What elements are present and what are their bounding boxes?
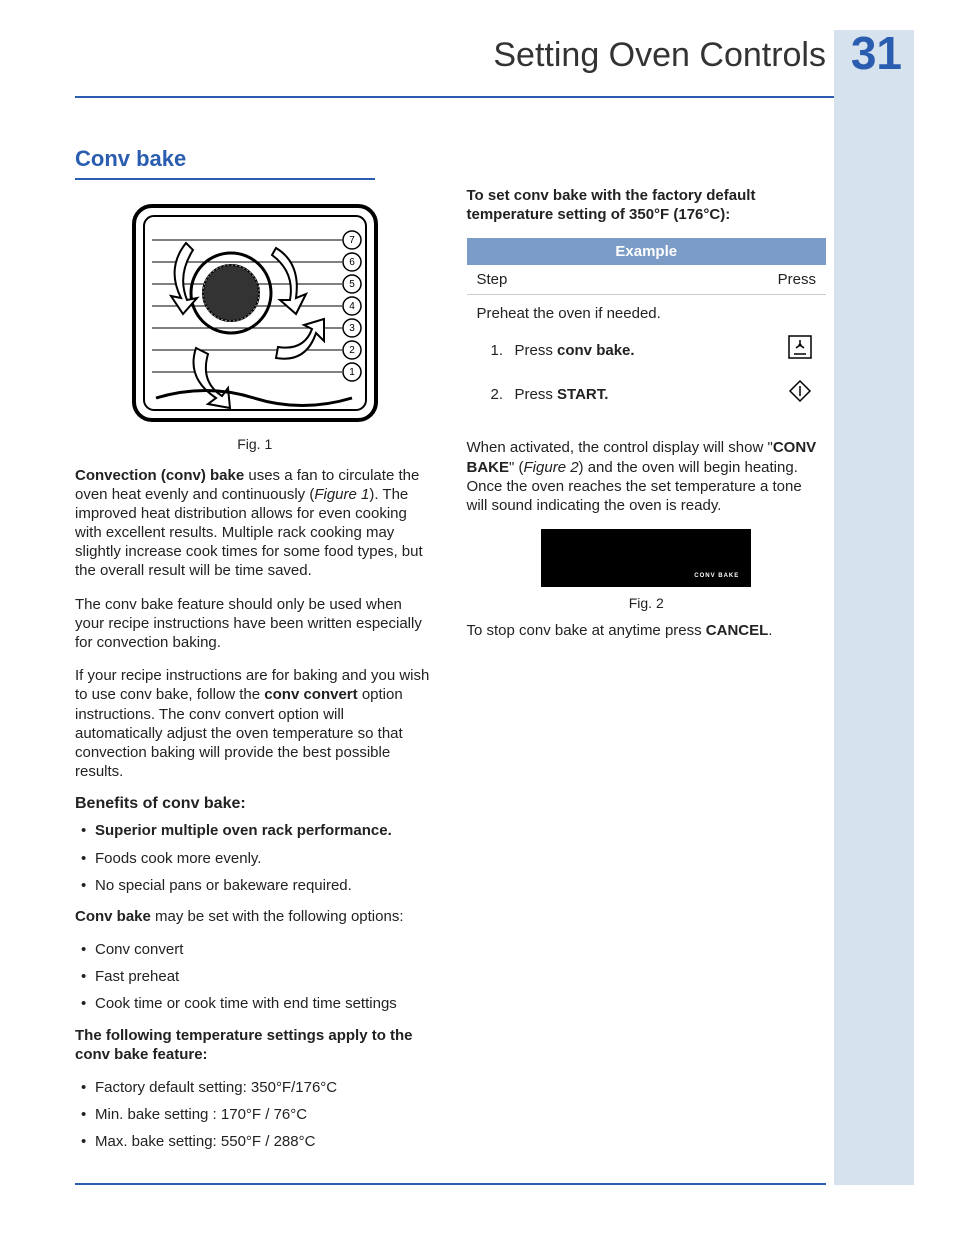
text: Figure 2 (524, 459, 579, 476)
display-text: CONV BAKE (694, 573, 739, 579)
svg-text:5: 5 (349, 279, 355, 290)
text: Conv bake (75, 908, 151, 925)
section-rule (75, 178, 375, 180)
list-item: Cook time or cook time with end time set… (75, 994, 435, 1013)
page: Setting Oven Controls 31 Conv bake (0, 0, 954, 1235)
table-row: 1.Press conv bake. (477, 334, 817, 366)
paragraph-intro: Convection (conv) bake uses a fan to cir… (75, 466, 435, 581)
page-header: Setting Oven Controls 31 (75, 28, 914, 98)
header-rule (75, 96, 834, 98)
step-number: 1. (477, 340, 515, 361)
options-intro: Conv bake may be set with the following … (75, 907, 435, 926)
step-text: Press START. (515, 384, 785, 405)
text: Convection (conv) bake (75, 467, 244, 484)
paragraph-convert: If your recipe instructions are for baki… (75, 666, 435, 781)
text: may be set with the following options: (151, 908, 404, 925)
figure-2-caption: Fig. 2 (467, 595, 827, 611)
list-item: Superior multiple oven rack performance. (75, 821, 435, 840)
svg-text:2: 2 (349, 345, 355, 356)
benefits-heading: Benefits of conv bake: (75, 795, 435, 813)
stop-paragraph: To stop conv bake at anytime press CANCE… (467, 621, 827, 640)
oven-diagram-icon: 7 6 5 4 3 2 1 (126, 198, 384, 432)
table-title: Example (467, 238, 827, 265)
col-step: Step (477, 271, 508, 288)
temp-heading: The following temperature settings apply… (75, 1026, 435, 1064)
header-title: Setting Oven Controls (493, 36, 826, 75)
text: . (768, 622, 772, 639)
table-header-row: Step Press (467, 265, 827, 295)
svg-text:1: 1 (349, 367, 355, 378)
text: CANCEL (706, 622, 769, 639)
right-column: To set conv bake with the factory defaul… (467, 146, 827, 1164)
instructions-intro: To set conv bake with the factory defaul… (467, 186, 827, 224)
list-item: Fast preheat (75, 967, 435, 986)
preheat-note: Preheat the oven if needed. (477, 303, 817, 324)
footer-rule (75, 1183, 826, 1185)
list-item: Conv convert (75, 940, 435, 959)
text: When activated, the control display will… (467, 439, 773, 456)
figure-1: 7 6 5 4 3 2 1 (75, 198, 435, 452)
conv-bake-icon (784, 334, 816, 366)
side-tab (834, 30, 914, 1185)
example-table: Example Step Press Preheat the oven if n… (467, 238, 827, 424)
step-text: Press conv bake. (515, 340, 785, 361)
benefits-list: Superior multiple oven rack performance.… (75, 821, 435, 895)
page-number: 31 (851, 26, 902, 80)
section-heading: Conv bake (75, 146, 435, 172)
figure-2: CONV BAKE Fig. 2 (467, 529, 827, 611)
svg-text:6: 6 (349, 257, 355, 268)
temps-list: Factory default setting: 350°F/176°C Min.… (75, 1078, 435, 1152)
list-item: Max. bake setting: 550°F / 288°C (75, 1132, 435, 1151)
text: " ( (509, 459, 524, 476)
text: Figure 1 (314, 486, 369, 503)
table-body: Preheat the oven if needed. 1.Press conv… (467, 295, 827, 424)
table-row: 2.Press START. (477, 378, 817, 410)
left-column: Conv bake (75, 146, 435, 1164)
col-press: Press (778, 271, 816, 288)
list-item: Factory default setting: 350°F/176°C (75, 1078, 435, 1097)
content: Conv bake (75, 146, 826, 1164)
start-icon (784, 378, 816, 410)
options-list: Conv convert Fast preheat Cook time or coo… (75, 940, 435, 1014)
list-item: Foods cook more evenly. (75, 849, 435, 868)
text: conv convert (264, 686, 357, 703)
list-item: No special pans or bakeware required. (75, 876, 435, 895)
svg-text:3: 3 (349, 323, 355, 334)
svg-text:7: 7 (349, 235, 355, 246)
step-number: 2. (477, 384, 515, 405)
activation-paragraph: When activated, the control display will… (467, 438, 827, 515)
svg-text:4: 4 (349, 301, 355, 312)
figure-1-caption: Fig. 1 (75, 436, 435, 452)
oven-display-icon: CONV BAKE (541, 529, 751, 587)
list-item: Min. bake setting : 170°F / 76°C (75, 1105, 435, 1124)
text: To stop conv bake at anytime press (467, 622, 706, 639)
paragraph-usage: The conv bake feature should only be use… (75, 595, 435, 653)
